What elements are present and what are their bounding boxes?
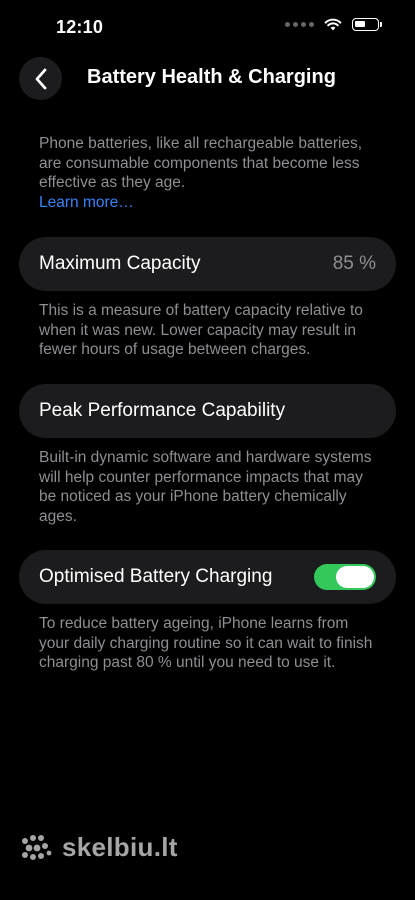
status-icons	[285, 18, 382, 31]
optimised-charging-toggle[interactable]	[314, 564, 376, 590]
page-title: Battery Health & Charging	[87, 66, 336, 88]
maximum-capacity-value: 85 %	[332, 253, 376, 274]
wifi-icon	[324, 18, 342, 31]
watermark: skelbiu.lt	[20, 832, 178, 863]
learn-more-link[interactable]: Learn more…	[39, 193, 379, 213]
maximum-capacity-row: Maximum Capacity 85 %	[19, 237, 396, 291]
intro-text-block: Phone batteries, like all rechargeable b…	[39, 134, 379, 212]
maximum-capacity-footnote: This is a measure of battery capacity re…	[39, 302, 363, 358]
signal-dots-icon	[285, 22, 314, 27]
peak-performance-label: Peak Performance Capability	[39, 400, 286, 421]
watermark-logo-icon	[22, 834, 52, 860]
optimised-charging-row: Optimised Battery Charging	[19, 550, 396, 604]
peak-performance-footnote: Built-in dynamic software and hardware s…	[39, 449, 372, 525]
optimised-charging-footnote: To reduce battery ageing, iPhone learns …	[39, 615, 373, 671]
back-button[interactable]	[19, 57, 62, 100]
maximum-capacity-label: Maximum Capacity	[39, 253, 201, 274]
chevron-left-icon	[35, 68, 46, 89]
battery-icon	[352, 18, 382, 31]
status-bar: 12:10	[0, 0, 415, 56]
peak-performance-row: Peak Performance Capability	[19, 384, 396, 438]
optimised-charging-label: Optimised Battery Charging	[39, 566, 273, 587]
watermark-text: skelbiu.lt	[62, 832, 178, 862]
status-time: 12:10	[56, 17, 104, 37]
intro-text: Phone batteries, like all rechargeable b…	[39, 135, 363, 191]
